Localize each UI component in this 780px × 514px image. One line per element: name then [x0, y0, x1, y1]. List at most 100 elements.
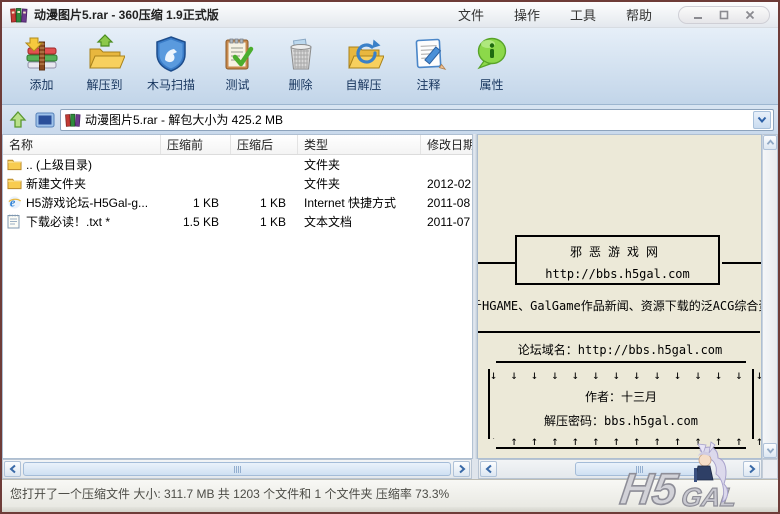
view-toggle-button[interactable]	[33, 108, 57, 132]
file-size-after: 1 KB	[231, 215, 298, 229]
folder-icon	[7, 176, 22, 191]
toolbar-button-label: 测试	[225, 76, 249, 93]
file-row-shortcut[interactable]: e H5游戏论坛-H5Gal-g... 1 KB 1 KB Internet 快…	[3, 193, 472, 212]
file-row-parent-dir[interactable]: .. (上级目录) 文件夹	[3, 155, 472, 174]
comment-box-notch	[486, 359, 496, 369]
file-list-pane: 名称 压缩前 压缩后 类型 修改日期 .. (上级目录) 文件夹	[2, 134, 472, 459]
scrollbar-thumb[interactable]	[575, 462, 703, 476]
chevron-down-icon	[766, 447, 775, 454]
archive-comment-pane: 邪恶游戏网 http://bbs.h5gal.com 斤HGAME、GalGam…	[478, 134, 762, 459]
file-name: 新建文件夹	[26, 175, 86, 192]
menu-bar: 文件 操作 工具 帮助	[458, 5, 652, 24]
rar-books-icon	[65, 112, 81, 128]
scroll-down-button[interactable]	[763, 443, 777, 458]
app-window: 动漫图片5.rar - 360压缩 1.9正式版 文件 操作 工具 帮助	[0, 0, 780, 514]
title-bar: 动漫图片5.rar - 360压缩 1.9正式版 文件 操作 工具 帮助	[2, 2, 778, 28]
comment-site-box: 邪恶游戏网 http://bbs.h5gal.com	[515, 235, 720, 285]
arrows-down-row: ↓ ↓ ↓ ↓ ↓ ↓ ↓ ↓ ↓ ↓ ↓ ↓ ↓ ↓ ↓ ↓ ↓ ↓ ↓	[490, 368, 752, 382]
arrows-up-row: ↑ ↑ ↑ ↑ ↑ ↑ ↑ ↑ ↑ ↑ ↑ ↑ ↑ ↑ ↑ ↑ ↑ ↑ ↑	[490, 434, 752, 448]
scroll-left-button[interactable]	[480, 461, 497, 477]
delete-button[interactable]: 删除	[269, 34, 332, 100]
menu-actions[interactable]: 操作	[514, 5, 540, 24]
file-type: 文本文档	[298, 213, 421, 230]
comment-decoration-line	[722, 262, 762, 264]
file-row-new-folder[interactable]: 新建文件夹 文件夹 2012-02	[3, 174, 472, 193]
comment-hscrollbar[interactable]	[478, 459, 762, 479]
comment-box-notch	[746, 359, 756, 369]
column-header-size-before[interactable]: 压缩前	[161, 135, 231, 154]
column-header-date[interactable]: 修改日期	[421, 135, 472, 154]
column-header-name[interactable]: 名称	[3, 135, 161, 154]
add-archive-icon	[22, 34, 62, 74]
minimize-icon	[693, 10, 703, 20]
scroll-right-button[interactable]	[453, 461, 470, 477]
app-archive-books-icon	[10, 6, 28, 24]
comment-divider-rule	[478, 331, 760, 333]
chevron-left-icon	[9, 464, 17, 474]
close-button[interactable]	[739, 8, 761, 21]
properties-button[interactable]: 属性	[460, 34, 523, 100]
comment-box-notch	[486, 439, 496, 449]
trojan-scan-button[interactable]: 木马扫描	[136, 34, 206, 100]
address-field[interactable]: 动漫图片5.rar - 解包大小为 425.2 MB	[60, 109, 774, 131]
menu-tools[interactable]: 工具	[570, 5, 596, 24]
scroll-right-button[interactable]	[743, 461, 760, 477]
toolbar-button-label: 木马扫描	[147, 76, 195, 93]
comment-button[interactable]: 注释	[397, 34, 460, 100]
comment-password-box: ↓ ↓ ↓ ↓ ↓ ↓ ↓ ↓ ↓ ↓ ↓ ↓ ↓ ↓ ↓ ↓ ↓ ↓ ↓ 作者…	[488, 361, 754, 449]
chevron-down-icon	[757, 116, 767, 124]
file-date: 2012-02	[421, 177, 472, 191]
trojan-scan-shield-icon	[151, 34, 191, 74]
maximize-icon	[719, 10, 729, 20]
address-bar: 动漫图片5.rar - 解包大小为 425.2 MB	[2, 105, 778, 134]
status-bar: 您打开了一个压缩文件 大小: 311.7 MB 共 1203 个文件和 1 个文…	[2, 479, 778, 507]
file-type: 文件夹	[298, 156, 421, 173]
comment-password-line: 解压密码：bbs.h5gal.com	[490, 412, 752, 429]
window-bottom-edge	[2, 507, 778, 512]
minimize-button[interactable]	[687, 8, 709, 21]
self-extract-button[interactable]: 自解压	[332, 34, 395, 100]
status-text: 您打开了一个压缩文件 大小: 311.7 MB 共 1203 个文件和 1 个文…	[10, 485, 449, 502]
file-date: 2011-07	[421, 215, 472, 229]
test-button[interactable]: 测试	[206, 34, 269, 100]
file-date: 2011-08	[421, 196, 472, 210]
comment-author-line: 作者：十三月	[490, 388, 752, 405]
up-directory-button[interactable]	[6, 108, 30, 132]
folder-icon	[7, 157, 22, 172]
file-name: 下载必读！.txt *	[26, 213, 110, 230]
file-name: H5游戏论坛-H5Gal-g...	[26, 194, 148, 211]
file-row-readme[interactable]: 下载必读！.txt * 1.5 KB 1 KB 文本文档 2011-07	[3, 212, 472, 231]
comment-site-name: 邪恶游戏网	[517, 243, 718, 260]
maximize-button[interactable]	[713, 8, 735, 21]
column-header-size-after[interactable]: 压缩后	[231, 135, 298, 154]
column-header-type[interactable]: 类型	[298, 135, 421, 154]
chevron-right-icon	[748, 464, 756, 474]
menu-file[interactable]: 文件	[458, 5, 484, 24]
svg-text:e: e	[10, 196, 16, 210]
comment-forum-line: 论坛域名：http://bbs.h5gal.com	[478, 341, 762, 358]
address-path-text: 动漫图片5.rar - 解包大小为 425.2 MB	[85, 111, 753, 128]
toolbar-button-label: 属性	[479, 76, 503, 93]
extract-to-button[interactable]: 解压到	[73, 34, 136, 100]
address-dropdown-button[interactable]	[753, 111, 771, 129]
file-size-before: 1.5 KB	[161, 215, 231, 229]
toolbar-button-label: 解压到	[86, 76, 122, 93]
scrollbar-thumb[interactable]	[23, 462, 451, 476]
window-controls	[678, 6, 770, 24]
view-panel-icon	[34, 110, 56, 130]
file-size-after: 1 KB	[231, 196, 298, 210]
file-type: 文件夹	[298, 175, 421, 192]
add-button[interactable]: 添加	[10, 34, 73, 100]
delete-trash-icon	[281, 34, 321, 74]
comment-vertical-scrollbar[interactable]	[762, 134, 778, 459]
test-checklist-icon	[218, 34, 258, 74]
file-type: Internet 快捷方式	[298, 194, 421, 211]
file-size-before: 1 KB	[161, 196, 231, 210]
up-arrow-icon	[8, 110, 28, 130]
menu-help[interactable]: 帮助	[626, 5, 652, 24]
file-list-hscrollbar[interactable]	[2, 459, 472, 479]
text-document-icon	[7, 214, 22, 229]
scroll-up-button[interactable]	[763, 135, 777, 150]
scroll-left-button[interactable]	[4, 461, 21, 477]
list-header: 名称 压缩前 压缩后 类型 修改日期	[3, 135, 472, 155]
